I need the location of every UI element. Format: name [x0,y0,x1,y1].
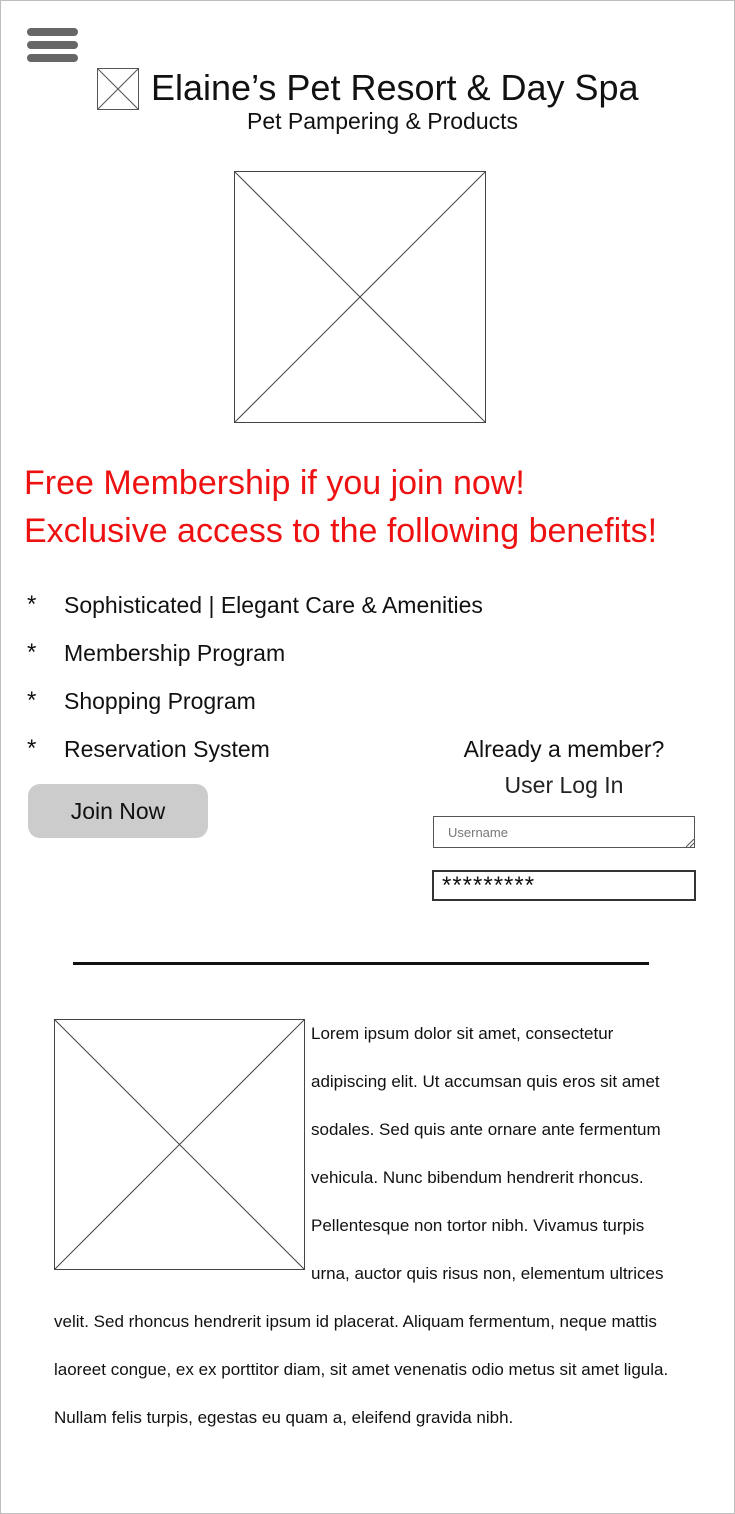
join-now-button[interactable]: Join Now [28,784,208,838]
benefit-item: Membership Program [64,640,286,666]
hamburger-menu-icon[interactable] [27,27,78,64]
benefit-item: Shopping Program [64,688,256,714]
promo-subheadline: Exclusive access to the following benefi… [24,512,658,550]
promo-headline: Free Membership if you join now! [24,464,525,502]
section-divider [73,962,649,965]
benefit-item: Sophisticated | Elegant Care & Amenities [64,592,483,618]
password-input[interactable]: ********* [432,870,696,901]
benefit-item: Reservation System [64,736,270,762]
site-tagline: Pet Pampering & Products [247,108,519,134]
hero-image-placeholder-icon [234,171,486,423]
menu-bar [27,41,78,49]
logo-image-placeholder-icon [97,68,139,110]
bullet-marker: * [27,687,37,714]
article-image-placeholder-icon [54,1019,305,1270]
menu-bar [27,54,78,62]
username-input[interactable] [433,816,695,848]
bullet-marker: * [27,591,37,618]
article-section: Lorem ipsum dolor sit amet, consectetur … [54,1010,674,1442]
user-login-title: User Log In [504,772,624,798]
bullet-marker: * [27,735,37,762]
already-member-label: Already a member? [463,736,665,762]
site-title: Elaine’s Pet Resort & Day Spa [151,67,639,108]
resize-grip-icon[interactable] [686,839,694,847]
menu-bar [27,28,78,36]
bullet-marker: * [27,639,37,666]
